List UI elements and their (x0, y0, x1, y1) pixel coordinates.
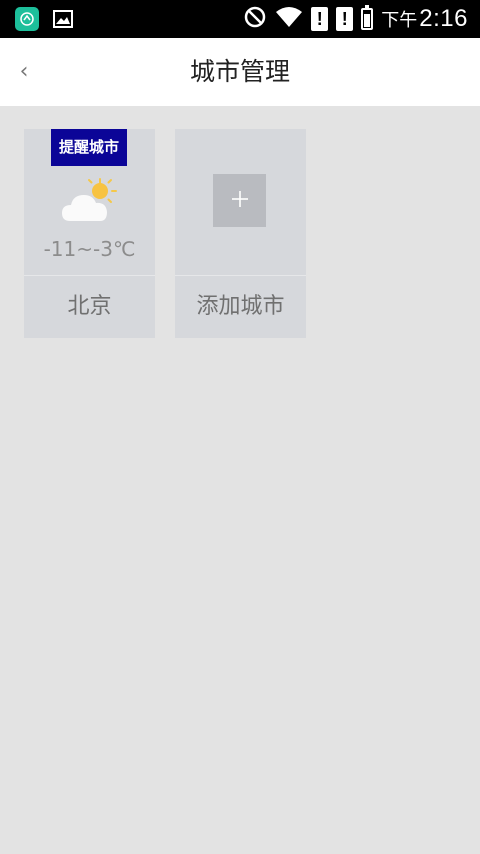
partly-cloudy-icon (60, 177, 120, 225)
plus-icon (230, 189, 250, 213)
do-not-disturb-icon (243, 5, 267, 33)
image-notification-icon (52, 9, 74, 29)
wifi-icon (275, 6, 303, 32)
status-time: 2:16 (419, 5, 468, 32)
status-ampm: 下午 (381, 10, 418, 31)
add-city-card[interactable]: 添加城市 (175, 129, 306, 338)
city-name: 北京 (67, 294, 112, 319)
temperature-range: -11~-3℃ (43, 237, 136, 261)
app-notification-icon (15, 7, 39, 31)
add-city-label: 添加城市 (196, 294, 285, 319)
signal-alert-icon: ! (336, 7, 354, 31)
add-city-button[interactable] (213, 174, 266, 227)
reminder-city-badge: 提醒城市 (51, 129, 127, 166)
page-title: 城市管理 (189, 57, 290, 86)
city-card-beijing[interactable]: 提醒城市 -11~-3℃ 北京 (24, 129, 155, 338)
title-bar: ‹ 城市管理 (0, 38, 480, 106)
battery-icon (361, 5, 374, 30)
sim-alert-icon: ! (311, 7, 329, 31)
status-bar: ! ! 下午2:16 (0, 0, 480, 38)
